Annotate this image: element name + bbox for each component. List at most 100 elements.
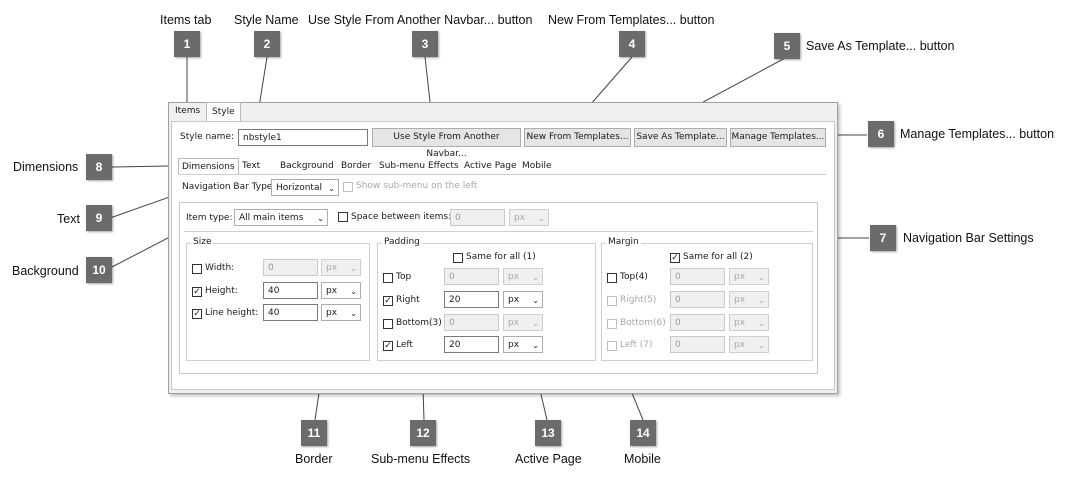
unit-value: px [514,213,526,223]
space-between-unit-select[interactable]: px ⌄ [509,209,549,226]
height-checkbox[interactable]: ✓ [192,287,202,297]
callout-label: Mobile [624,452,661,466]
padding-right-unit-select[interactable]: px ⌄ [503,291,543,308]
tab-style[interactable]: Style [206,102,241,122]
chevron-down-icon: ⌄ [532,273,539,282]
margin-right-input[interactable]: 0 [670,291,725,308]
margin-top-unit-select[interactable]: px ⌄ [729,268,769,285]
padding-bottom-input[interactable]: 0 [444,314,499,331]
width-unit-select[interactable]: px ⌄ [321,259,361,276]
unit-value: px [734,318,746,328]
margin-same-checkbox[interactable]: ✓ [670,253,680,263]
unit-value: px [508,318,520,328]
save-as-template-button[interactable]: Save As Template... [634,128,727,147]
chevron-down-icon: ⌄ [350,309,357,318]
chevron-down-icon: ⌄ [532,341,539,350]
margin-top-checkbox[interactable] [607,273,617,283]
margin-left-unit-select[interactable]: px ⌄ [729,336,769,353]
callout-badge: 5 [774,33,800,59]
tab-active-page[interactable]: Active Page [461,158,520,174]
padding-left-label: Left [396,340,413,350]
unit-value: px [734,272,746,282]
margin-bottom-unit-select[interactable]: px ⌄ [729,314,769,331]
padding-bottom-checkbox[interactable] [383,319,393,329]
width-checkbox[interactable] [192,264,202,274]
line-height-checkbox[interactable]: ✓ [192,309,202,319]
padding-left-checkbox[interactable]: ✓ [383,341,393,351]
padding-same-label: Same for all (1) [466,252,536,262]
margin-right-unit-select[interactable]: px ⌄ [729,291,769,308]
tab-mobile[interactable]: Mobile [519,158,555,174]
margin-right-checkbox[interactable] [607,296,617,306]
margin-bottom-input[interactable]: 0 [670,314,725,331]
chevron-down-icon: ⌄ [758,319,765,328]
height-label: Height: [205,286,238,296]
item-type-select[interactable]: All main items ⌄ [234,209,328,226]
show-submenu-left-label: Show sub-menu on the left [356,181,478,191]
unit-value: px [508,340,520,350]
callout-label: Manage Templates... button [900,127,1055,141]
tab-text[interactable]: Text [239,158,263,174]
chevron-down-icon: ⌄ [350,264,357,273]
line-height-input[interactable]: 40 [263,304,318,321]
line-height-unit-select[interactable]: px ⌄ [321,304,361,321]
padding-same-checkbox[interactable] [453,253,463,263]
space-between-label: Space between items: [351,212,452,222]
callout-label: Sub-menu Effects [371,452,471,466]
space-between-checkbox[interactable] [338,212,348,222]
callout-label: Active Page [515,452,582,466]
callout-label: Navigation Bar Settings [903,231,1034,245]
tab-dimensions[interactable]: Dimensions [178,158,239,175]
settings-tabs: Dimensions Text Background Border Sub-me… [178,158,826,398]
space-between-input[interactable]: 0 [450,209,505,226]
callout-badge: 4 [619,31,645,57]
margin-right-label: Right(5) [620,295,657,305]
padding-bottom-unit-select[interactable]: px ⌄ [503,314,543,331]
padding-top-input[interactable]: 0 [444,268,499,285]
height-input[interactable]: 40 [263,282,318,299]
height-unit-select[interactable]: px ⌄ [321,282,361,299]
callout-badge: 13 [535,420,561,446]
manage-templates-button[interactable]: Manage Templates... [730,128,826,147]
margin-same-label: Same for all (2) [683,252,753,262]
show-submenu-left-checkbox[interactable] [343,182,353,192]
new-from-templates-button[interactable]: New From Templates... [524,128,631,147]
padding-left-unit-select[interactable]: px ⌄ [503,336,543,353]
callout-badge: 1 [174,31,200,57]
chevron-down-icon: ⌄ [758,341,765,350]
tab-items[interactable]: Items [170,103,205,120]
callout-badge: 7 [870,225,896,251]
tab-border[interactable]: Border [338,158,374,174]
style-name-input[interactable]: nbstyle1 [238,129,368,146]
margin-top-input[interactable]: 0 [670,268,725,285]
unit-value: px [326,308,338,318]
callout-label: Use Style From Another Navbar... button [308,13,533,27]
padding-bottom-label: Bottom(3) [396,318,442,328]
padding-right-checkbox[interactable]: ✓ [383,296,393,306]
margin-top-label: Top(4) [620,272,648,282]
padding-top-unit-select[interactable]: px ⌄ [503,268,543,285]
item-type-label: Item type: [186,213,233,223]
nav-bar-type-select[interactable]: Horizontal ⌄ [271,179,339,196]
tab-submenu-effects[interactable]: Sub-menu Effects [376,158,462,174]
margin-bottom-checkbox[interactable] [607,319,617,329]
style-panel: Style name: nbstyle1 Use Style From Anot… [171,121,835,390]
margin-group: Margin ✓ Same for all (2) Top(4) 0 px ⌄ R… [601,237,813,361]
tab-background[interactable]: Background [277,158,337,174]
padding-top-label: Top [396,272,412,282]
callout-label: Background [12,264,79,278]
navigation-bar-settings: Item type: All main items ⌄ Space between… [179,202,818,374]
chevron-down-icon: ⌄ [532,296,539,305]
margin-left-input[interactable]: 0 [670,336,725,353]
padding-left-input[interactable]: 20 [444,336,499,353]
padding-top-checkbox[interactable] [383,273,393,283]
unit-value: px [508,272,520,282]
use-style-from-another-navbar-button[interactable]: Use Style From Another Navbar... [372,128,521,159]
callout-label: Dimensions [13,160,79,174]
padding-right-input[interactable]: 20 [444,291,499,308]
callout-label: Text [57,212,80,226]
chevron-down-icon: ⌄ [758,273,765,282]
callout-label: New From Templates... button [548,13,715,27]
width-input[interactable]: 0 [263,259,318,276]
margin-left-checkbox[interactable] [607,341,617,351]
